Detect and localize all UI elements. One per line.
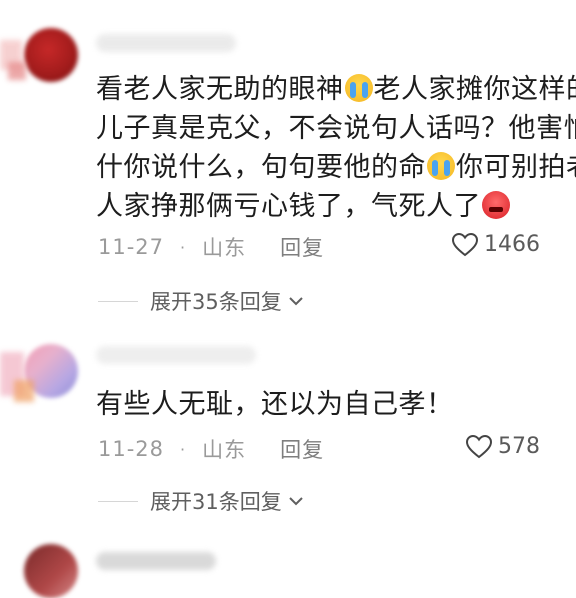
comment-location: 山东 xyxy=(202,236,247,260)
avatar-blur-block xyxy=(8,62,26,80)
expand-replies-button[interactable]: 展开31条回复 xyxy=(98,486,304,516)
comment-line: 有些人无耻，还以为自己孝！ xyxy=(96,389,454,420)
expand-replies-label: 展开35条回复 xyxy=(150,290,282,314)
comment-line: 儿子真是克父，不会说句人话吗？他害怕 xyxy=(96,113,576,144)
avatar[interactable] xyxy=(24,28,78,82)
like-button[interactable]: 1466 xyxy=(452,232,540,257)
meta-separator: · xyxy=(180,439,187,459)
heart-icon xyxy=(452,232,478,256)
comment-date: 11-27 xyxy=(98,235,165,259)
comment-line: 什你说什么，句句要他的命你可别拍老 xyxy=(96,152,576,183)
chevron-down-icon xyxy=(289,497,303,506)
username-redacted xyxy=(96,552,216,570)
comment-line: 看老人家无助的眼神 老人家摊你这样的 xyxy=(96,74,576,105)
like-count: 1466 xyxy=(484,232,540,257)
angry-face-emoji xyxy=(482,191,510,219)
chevron-down-icon xyxy=(289,297,303,306)
avatar[interactable] xyxy=(24,544,78,598)
comment-meta: 11-28 · 山东 回复 xyxy=(98,434,324,464)
crying-face-emoji xyxy=(344,74,373,102)
comment-date: 11-28 xyxy=(98,437,165,461)
like-count: 578 xyxy=(498,434,540,459)
meta-separator: · xyxy=(180,237,187,257)
username-redacted xyxy=(96,346,256,364)
comment-location: 山东 xyxy=(202,438,247,462)
crying-face-emoji xyxy=(427,152,455,180)
comment-text: 有些人无耻，还以为自己孝！ xyxy=(96,385,576,424)
expand-replies-label: 展开31条回复 xyxy=(150,490,282,514)
reply-button[interactable]: 回复 xyxy=(280,232,324,262)
heart-icon xyxy=(466,434,492,458)
like-button[interactable]: 578 xyxy=(466,434,540,459)
comment-meta: 11-27 · 山东 回复 xyxy=(98,232,324,262)
comment-text: 看老人家无助的眼神 老人家摊你这样的 儿子真是克父，不会说句人话吗？他害怕 什你说… xyxy=(96,70,576,226)
username-redacted xyxy=(96,34,236,52)
avatar-blur-block xyxy=(14,380,34,402)
comment-line: 人家挣那俩亏心钱了，气死人了 xyxy=(96,187,576,226)
expand-replies-button[interactable]: 展开35条回复 xyxy=(98,286,304,316)
divider-line xyxy=(98,500,138,502)
divider-line xyxy=(98,300,138,302)
reply-button[interactable]: 回复 xyxy=(280,434,324,464)
